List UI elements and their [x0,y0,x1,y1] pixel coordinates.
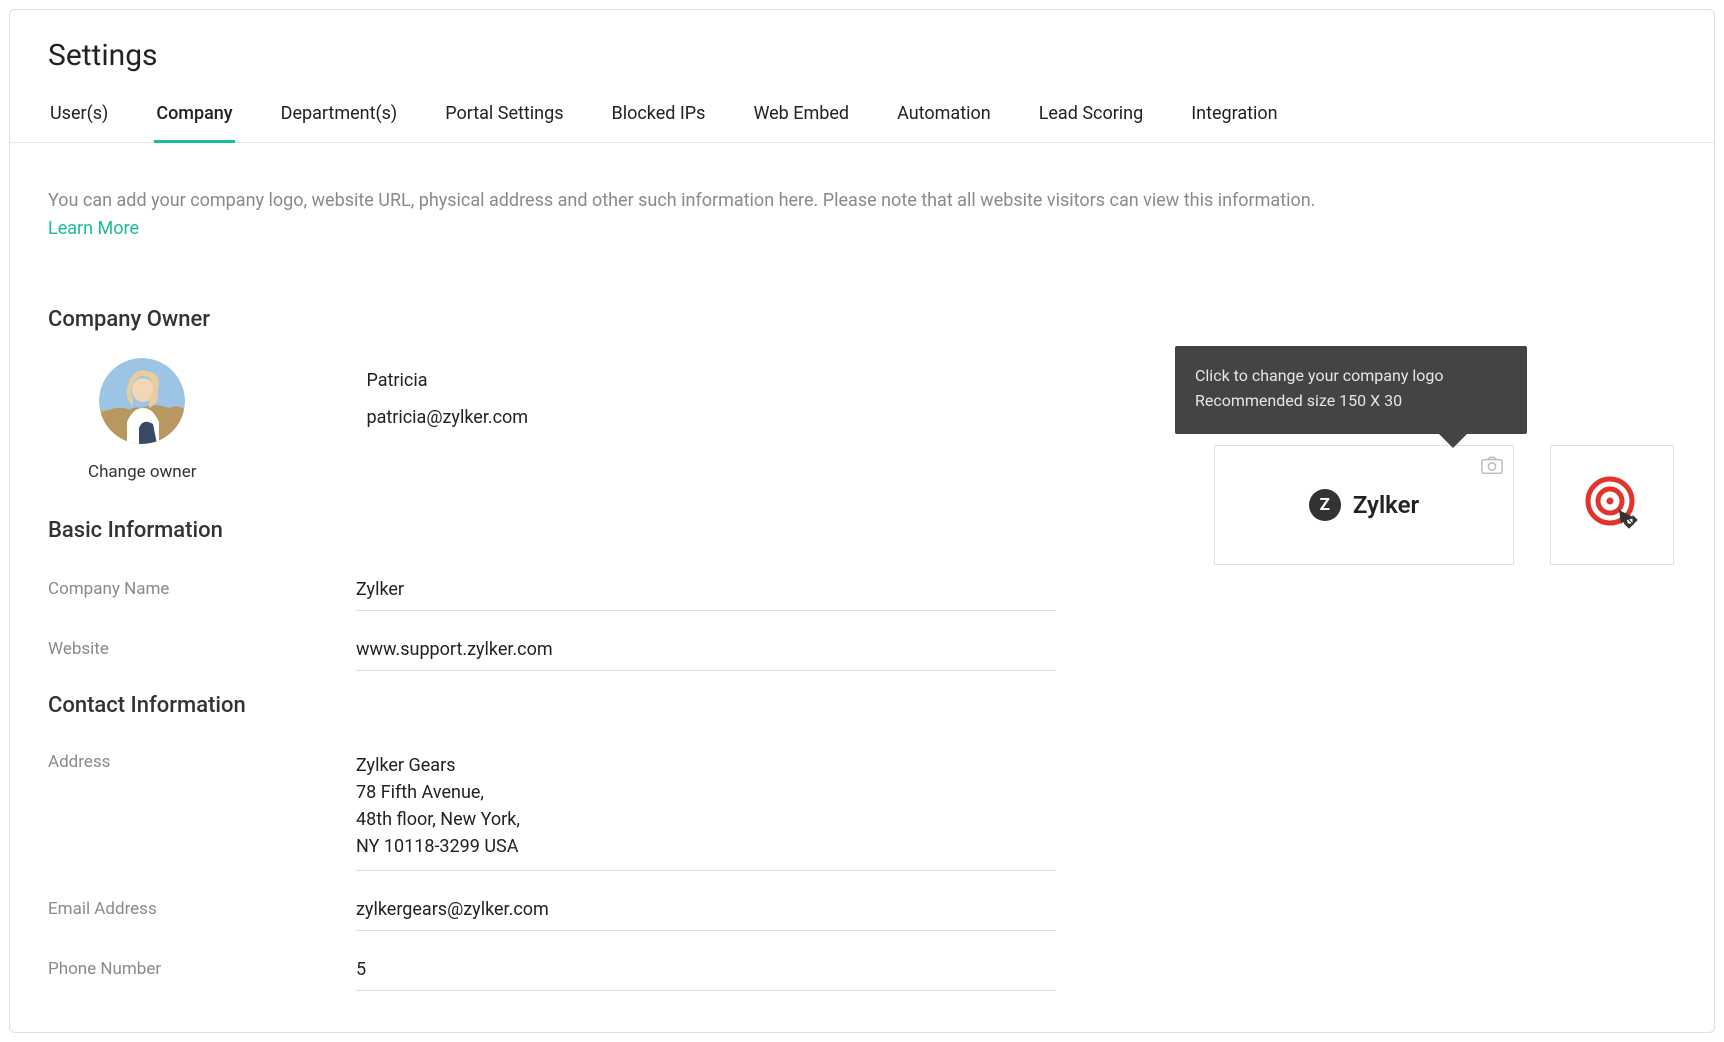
logo-tooltip: Click to change your company logo Recomm… [1175,346,1527,434]
learn-more-link[interactable]: Learn More [48,218,139,239]
company-name-field[interactable]: Zylker [356,569,1056,611]
company-name-label: Company Name [48,569,356,599]
camera-icon [1481,456,1503,474]
favicon-upload[interactable] [1550,445,1674,565]
phone-number-label: Phone Number [48,949,356,979]
logo-tooltip-line2: Recommended size 150 X 30 [1195,389,1507,414]
tab-departments[interactable]: Department(s) [279,103,400,143]
phone-number-field[interactable]: 5 [356,949,1056,991]
logo-badge: Z [1309,489,1341,521]
owner-avatar[interactable] [99,358,185,444]
email-address-label: Email Address [48,889,356,919]
page-title: Settings [48,38,1676,73]
target-icon [1583,474,1641,536]
logo-tooltip-line1: Click to change your company logo [1195,364,1507,389]
company-logo-upload[interactable]: Click to change your company logo Recomm… [1214,445,1514,565]
logo-brand-name: Zylker [1353,491,1419,519]
tab-portal-settings[interactable]: Portal Settings [443,103,565,143]
owner-name: Patricia [366,370,528,391]
section-contact-information: Contact Information [48,693,1676,718]
settings-tabs: User(s) Company Department(s) Portal Set… [10,103,1714,143]
tab-integration[interactable]: Integration [1189,103,1279,143]
section-company-owner: Company Owner [48,307,1676,332]
change-owner-link[interactable]: Change owner [88,462,196,482]
tab-users[interactable]: User(s) [48,103,110,143]
website-field[interactable]: www.support.zylker.com [356,629,1056,671]
email-address-field[interactable]: zylkergears@zylker.com [356,889,1056,931]
owner-email: patricia@zylker.com [366,407,528,428]
tab-company[interactable]: Company [154,103,234,143]
company-logo-preview: Z Zylker [1309,489,1419,521]
tab-blocked-ips[interactable]: Blocked IPs [610,103,708,143]
address-field[interactable]: Zylker Gears 78 Fifth Avenue, 48th floor… [356,742,1056,871]
address-label: Address [48,742,356,772]
tab-automation[interactable]: Automation [895,103,993,143]
intro-text: You can add your company logo, website U… [48,187,1348,243]
intro-text-body: You can add your company logo, website U… [48,190,1315,211]
website-label: Website [48,629,356,659]
tab-lead-scoring[interactable]: Lead Scoring [1037,103,1146,143]
tab-web-embed[interactable]: Web Embed [751,103,851,143]
